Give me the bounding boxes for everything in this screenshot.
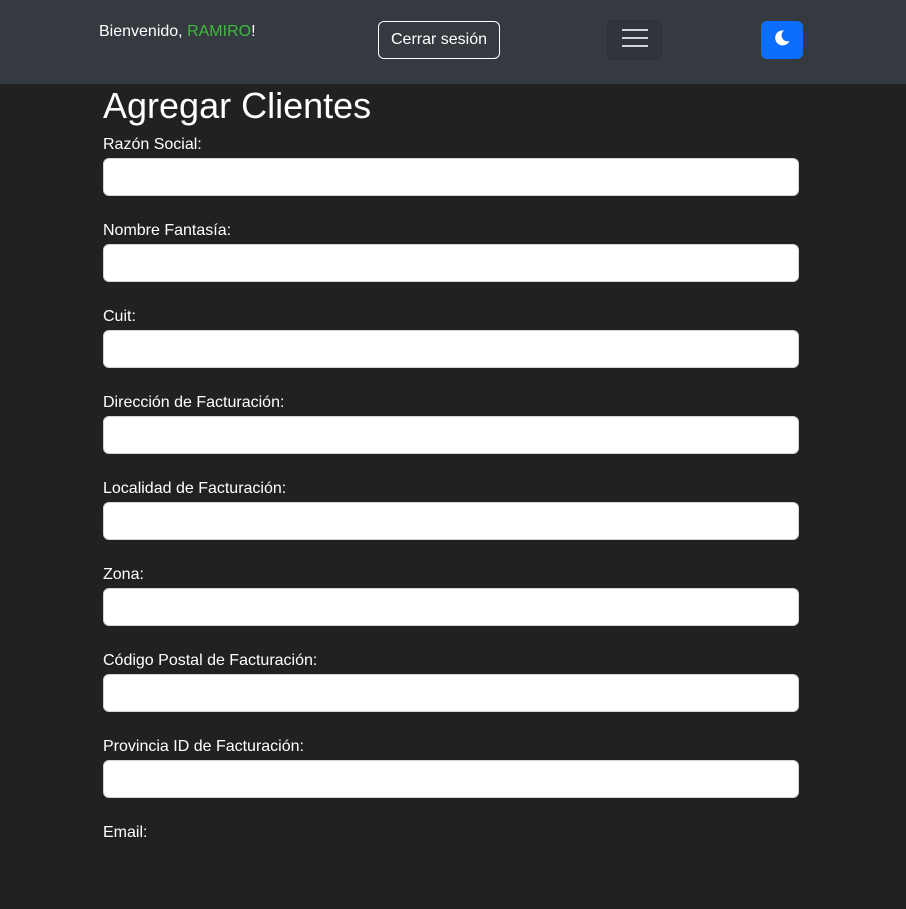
field-label: Email: bbox=[103, 824, 148, 841]
field-zona: Zona: bbox=[103, 565, 799, 651]
zona-input[interactable] bbox=[103, 588, 799, 626]
field-label: Razón Social: bbox=[103, 136, 202, 153]
field-label: Nombre Fantasía: bbox=[103, 222, 232, 239]
username: RAMIRO bbox=[187, 23, 252, 40]
field-label: Dirección de Facturación: bbox=[103, 394, 285, 411]
cuit-input[interactable] bbox=[103, 330, 799, 368]
localidad-facturacion-input[interactable] bbox=[103, 502, 799, 540]
welcome-message: Bienvenido, RAMIRO! bbox=[99, 22, 256, 42]
page-title: Agregar Clientes bbox=[103, 85, 372, 126]
field-direccion-facturacion: Dirección de Facturación: bbox=[103, 393, 799, 479]
field-label: Zona: bbox=[103, 566, 144, 583]
field-label: Provincia ID de Facturación: bbox=[103, 738, 304, 755]
razon-social-input[interactable] bbox=[103, 158, 799, 196]
main-content: Agregar Clientes Razón Social: Nombre Fa… bbox=[103, 84, 799, 909]
direccion-facturacion-input[interactable] bbox=[103, 416, 799, 454]
field-label: Código Postal de Facturación: bbox=[103, 652, 318, 669]
hamburger-icon bbox=[621, 27, 648, 54]
welcome-suffix: ! bbox=[251, 23, 256, 40]
menu-toggle-button[interactable] bbox=[607, 20, 662, 60]
logout-button[interactable]: Cerrar sesión bbox=[378, 21, 500, 59]
field-provincia-id-facturacion: Provincia ID de Facturación: bbox=[103, 737, 799, 823]
codigo-postal-input[interactable] bbox=[103, 674, 799, 712]
field-label: Localidad de Facturación: bbox=[103, 480, 287, 497]
provincia-id-input[interactable] bbox=[103, 760, 799, 798]
field-codigo-postal-facturacion: Código Postal de Facturación: bbox=[103, 651, 799, 737]
field-cuit: Cuit: bbox=[103, 307, 799, 393]
field-localidad-facturacion: Localidad de Facturación: bbox=[103, 479, 799, 565]
field-nombre-fantasia: Nombre Fantasía: bbox=[103, 221, 799, 307]
field-label: Cuit: bbox=[103, 308, 136, 325]
field-email: Email: bbox=[103, 823, 799, 909]
nombre-fantasia-input[interactable] bbox=[103, 244, 799, 282]
field-razon-social: Razón Social: bbox=[103, 135, 799, 221]
top-navbar: Bienvenido, RAMIRO! Cerrar sesión bbox=[0, 0, 906, 84]
theme-toggle-button[interactable] bbox=[761, 21, 803, 59]
welcome-prefix: Bienvenido, bbox=[99, 23, 188, 40]
moon-icon bbox=[773, 29, 791, 52]
